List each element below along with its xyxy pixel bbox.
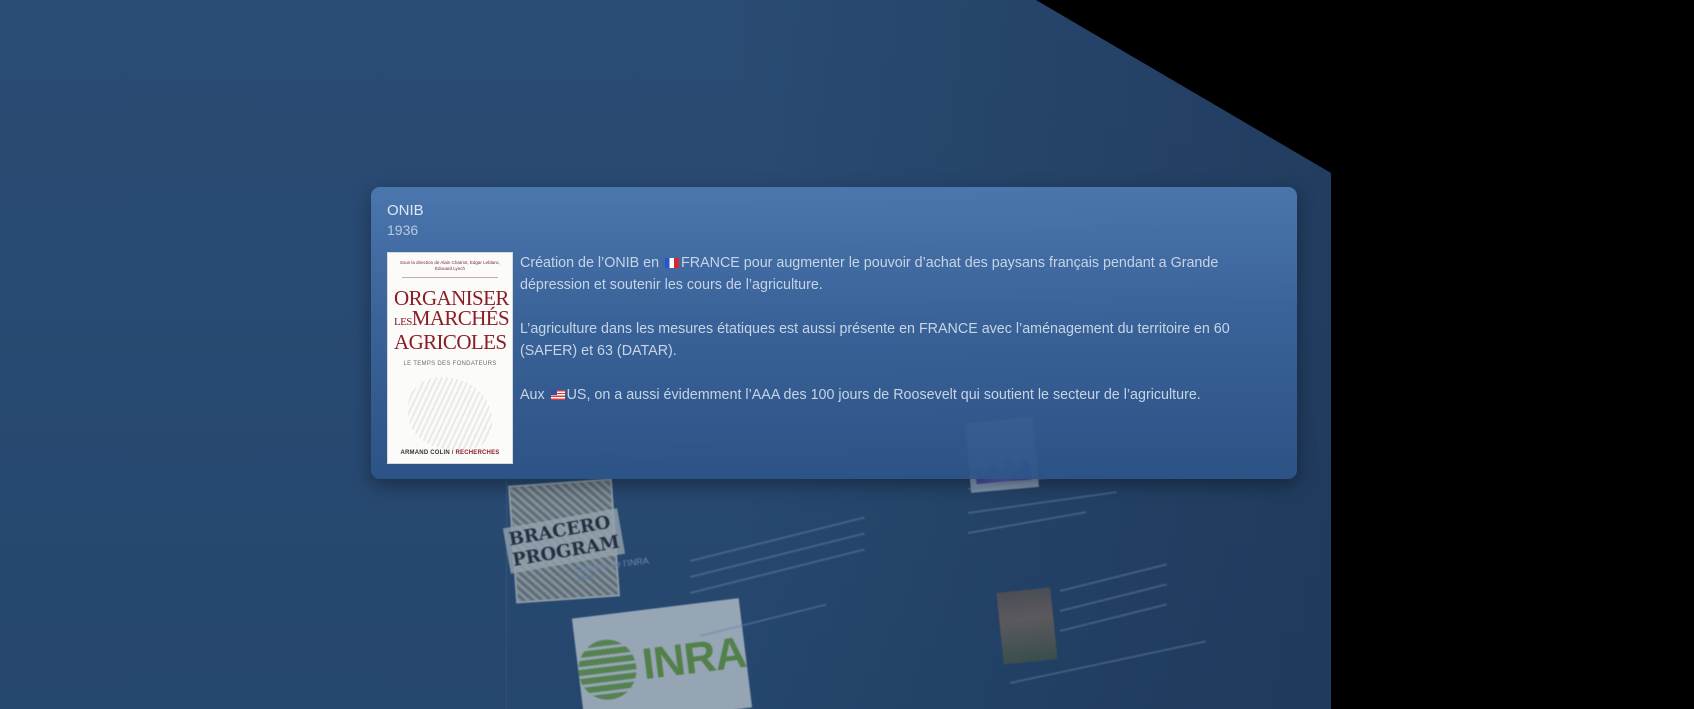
book-cover-title-les: LES: [394, 316, 412, 328]
book-cover-collection: / RECHERCHES: [449, 450, 500, 456]
background-text-line: [967, 491, 1117, 514]
background-text-line: [967, 511, 1087, 534]
book-cover-title-line3: AGRICOLES: [394, 330, 507, 354]
inra-logo-mark: [574, 636, 641, 704]
book-cover-image[interactable]: Sous la direction de Alain Chatriot, Edg…: [387, 252, 513, 464]
inra-logo-text: INRA: [639, 627, 749, 690]
event-card-onib[interactable]: ONIB 1936 Sous la direction de Alain Cha…: [371, 187, 1297, 479]
event-description: Création de l’ONIB en FRANCE pour augmen…: [520, 252, 1283, 428]
flag-us-icon: [550, 390, 565, 400]
event-year: 1936: [387, 222, 419, 238]
event-title: ONIB: [387, 202, 424, 219]
book-cover-editors: Sous la direction de Alain Chatriot, Edg…: [399, 260, 501, 271]
background-photo-thumbnail: [996, 587, 1058, 665]
book-cover-subtitle: LE TEMPS DES FONDATEURS: [403, 361, 497, 367]
description-paragraph-3: Aux US, on a aussi évidemment l’AAA des …: [520, 384, 1283, 406]
inra-logo-image: INRA: [571, 598, 753, 709]
book-cover-title-line2: LESMARCHÉS: [394, 306, 510, 332]
p1-start: Création de l’ONIB en: [520, 255, 664, 271]
p3-start: Aux: [520, 387, 549, 403]
book-cover-illustration: [408, 377, 492, 449]
description-paragraph-1: Création de l’ONIB en FRANCE pour augmen…: [520, 252, 1283, 296]
book-cover-publisher: ARMAND COLIN / RECHERCHES: [388, 450, 512, 456]
p3-end: US, on a aussi évidemment l’AAA des 100 …: [566, 387, 1201, 403]
book-cover-title: ORGANISER LESMARCHÉS AGRICOLES: [394, 286, 510, 354]
bracero-poster-image: BRACERO PROGRAM: [502, 478, 626, 604]
book-cover-title-marches: MARCHÉS: [411, 306, 510, 330]
book-cover-title-line1: ORGANISER: [394, 286, 509, 310]
flag-france-icon: [665, 258, 680, 268]
description-paragraph-2: L’agriculture dans les mesures étatiques…: [520, 321, 1230, 359]
book-cover-publisher-name: ARMAND COLIN: [400, 450, 450, 456]
book-cover-rule: [402, 277, 498, 278]
